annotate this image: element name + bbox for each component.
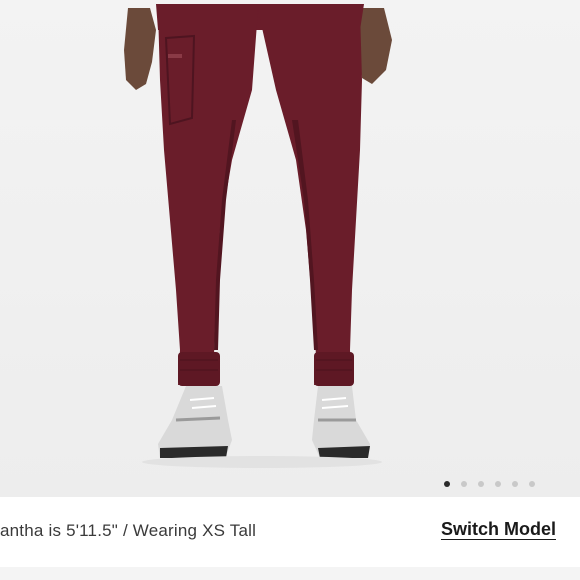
carousel-dot-2[interactable] (461, 481, 467, 487)
right-cuff (314, 352, 354, 386)
pocket-label (168, 54, 182, 58)
carousel-dot-1[interactable] (444, 481, 450, 487)
left-cuff (178, 352, 220, 386)
product-photo[interactable] (0, 0, 580, 497)
right-pant-leg (258, 10, 362, 385)
left-hand (124, 8, 156, 90)
carousel-pagination (444, 478, 535, 490)
right-hand (358, 8, 392, 84)
carousel-dot-5[interactable] (512, 481, 518, 487)
model-size-caption: antha is 5'11.5" / Wearing XS Tall (0, 521, 257, 540)
carousel-dot-4[interactable] (495, 481, 501, 487)
product-image (124, 4, 392, 468)
carousel-dot-6[interactable] (529, 481, 535, 487)
carousel-dot-3[interactable] (478, 481, 484, 487)
switch-model-link[interactable]: Switch Model (441, 519, 556, 540)
left-pant-leg (158, 10, 258, 385)
model-info-bar: antha is 5'11.5" / Wearing XS Tall Switc… (0, 497, 580, 567)
bottom-divider (0, 567, 580, 580)
